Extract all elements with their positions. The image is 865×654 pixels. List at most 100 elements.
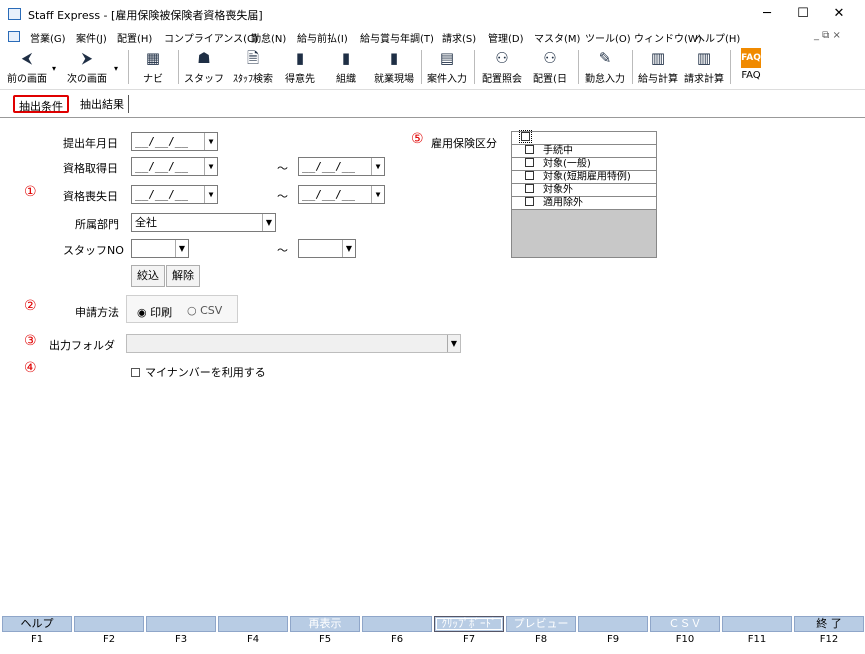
loss-date-label: 資格喪失日 (63, 190, 118, 203)
org-button[interactable]: ▮ 組織 (328, 48, 364, 85)
f6-label: F6 (390, 634, 404, 645)
chevron-down-icon[interactable]: ▼ (175, 240, 188, 257)
staffno-from-select[interactable]: ▼ (131, 239, 189, 258)
f3-button[interactable] (146, 616, 216, 632)
f6-button[interactable] (362, 616, 432, 632)
main-content: ① ② ③ ④ ⑤ 提出年月日 __/__/__ ▼ 資格取得日 __/__/_… (0, 117, 865, 612)
toolbar-separator (421, 50, 422, 84)
narrow-button[interactable]: 絞込 (131, 265, 165, 287)
tab-strip: 抽出条件 抽出結果 (0, 93, 865, 115)
checkbox-icon (519, 130, 532, 143)
menu-billing[interactable]: 請求(S) (442, 30, 476, 45)
next-dropdown-icon[interactable]: ▾ (114, 64, 118, 73)
edit-doc-icon: ✎ (598, 49, 612, 67)
insurance-item-exempt[interactable]: 適用除外 (512, 197, 656, 210)
submit-date-label: 提出年月日 (63, 137, 118, 150)
prev-screen-button[interactable]: ⮜ 前の画面 (4, 48, 50, 85)
insurance-item-short-term[interactable]: 対象(短期雇用特例) (512, 171, 656, 184)
worksite-button[interactable]: ▮ 就業現場 (370, 48, 418, 85)
checkbox-icon (131, 367, 140, 377)
chevron-down-icon[interactable]: ▼ (371, 186, 384, 203)
chevron-down-icon[interactable]: ▼ (204, 133, 217, 150)
chevron-down-icon[interactable]: ▼ (371, 158, 384, 175)
case-entry-icon: ▤ (439, 49, 455, 67)
tab-results[interactable]: 抽出結果 (76, 95, 129, 113)
menu-advance-pay[interactable]: 給与前払(I) (297, 30, 348, 45)
mynumber-checkbox[interactable]: マイナンバーを利用する (131, 364, 266, 380)
staff-button[interactable]: ☗ スタッフ (184, 48, 224, 85)
navi-button[interactable]: ▦ ナビ (136, 48, 170, 85)
acquire-date-label: 資格取得日 (63, 162, 118, 175)
method-csv-radio[interactable]: ○ CSV (187, 304, 222, 317)
window-title: Staff Express - [雇用保険被保険者資格喪失届] (28, 9, 263, 22)
mdi-window-controls[interactable]: _ ⧉ × (814, 30, 841, 41)
method-label: 申請方法 (75, 306, 119, 319)
staff-search-button[interactable]: 🗎 ｽﾀｯﾌ検索 (228, 48, 278, 85)
assign-inquiry-button[interactable]: ⚇ 配置照会 (478, 48, 526, 85)
chevron-down-icon[interactable]: ▼ (204, 158, 217, 175)
attendance-entry-button[interactable]: ✎ 勤怠入力 (582, 48, 628, 85)
f5-refresh-button[interactable]: 再表示 (290, 616, 360, 632)
menu-tools[interactable]: ツール(O) (585, 30, 631, 45)
client-button[interactable]: ▮ 得意先 (282, 48, 318, 85)
menu-window[interactable]: ウィンドウ(W) (634, 30, 702, 45)
chevron-down-icon[interactable]: ▼ (447, 335, 460, 352)
close-button[interactable]: ✕ (824, 4, 854, 24)
acquire-date-from-field[interactable]: __/__/__ ▼ (131, 157, 218, 176)
folder-select[interactable]: ▼ (126, 334, 461, 353)
clear-button[interactable]: 解除 (166, 265, 200, 287)
insurance-item-pending[interactable]: 手続中 (512, 145, 656, 158)
marker-4: ④ (24, 360, 37, 376)
billing-calc-button[interactable]: ▥ 請求計算 (682, 48, 726, 85)
chevron-down-icon[interactable]: ▼ (204, 186, 217, 203)
prev-dropdown-icon[interactable]: ▾ (52, 64, 56, 73)
staffno-to-select[interactable]: ▼ (298, 239, 356, 258)
next-screen-button[interactable]: ⮞ 次の画面 (62, 48, 112, 85)
menu-attendance[interactable]: 勤怠(N) (251, 30, 286, 45)
dept-select[interactable]: 全社 ▼ (131, 213, 276, 232)
acquire-date-to-field[interactable]: __/__/__ ▼ (298, 157, 385, 176)
chevron-down-icon[interactable]: ▼ (342, 240, 355, 257)
maximize-button[interactable]: ☐ (788, 4, 818, 24)
submit-date-field[interactable]: __/__/__ ▼ (131, 132, 218, 151)
range-separator: ～ (277, 244, 288, 257)
faq-button[interactable]: FAQ FAQ (736, 48, 766, 81)
f11-button[interactable] (722, 616, 792, 632)
menu-compliance[interactable]: コンプライアンス(C) (164, 30, 258, 45)
insurance-item-blank[interactable] (512, 130, 656, 145)
f12-exit-button[interactable]: 終 了 (794, 616, 864, 632)
insurance-label: 雇用保険区分 (431, 137, 497, 150)
method-print-radio[interactable]: ◉ 印刷 (137, 304, 172, 320)
marker-5: ⑤ (411, 131, 424, 147)
menu-help[interactable]: ヘルプ(H) (695, 30, 740, 45)
payroll-calc-button[interactable]: ▥ 給与計算 (636, 48, 680, 85)
function-key-bar: ヘルプ 再表示 ｸﾘｯﾌﾟﾎﾞｰﾄﾞ プレビュー ＣＳＶ 終 了 F1 F2 F… (0, 612, 865, 654)
insurance-item-general[interactable]: 対象(一般) (512, 158, 656, 171)
f10-csv-button[interactable]: ＣＳＶ (650, 616, 720, 632)
menu-admin[interactable]: 管理(D) (488, 30, 524, 45)
checkbox-icon (525, 171, 534, 180)
menu-case[interactable]: 案件(J) (76, 30, 107, 45)
menu-assign[interactable]: 配置(H) (117, 30, 152, 45)
tab-conditions[interactable]: 抽出条件 (13, 95, 69, 113)
checkbox-icon (525, 197, 534, 206)
chevron-down-icon[interactable]: ▼ (262, 214, 275, 231)
f1-help-button[interactable]: ヘルプ (2, 616, 72, 632)
menu-sales[interactable]: 営業(G) (30, 30, 66, 45)
toolbar-separator (128, 50, 129, 84)
f2-button[interactable] (74, 616, 144, 632)
f9-button[interactable] (578, 616, 648, 632)
menu-payroll[interactable]: 給与賞与年調(T) (360, 30, 434, 45)
case-entry-button[interactable]: ▤ 案件入力 (424, 48, 470, 85)
menu-master[interactable]: マスタ(M) (534, 30, 580, 45)
f10-label: F10 (675, 634, 695, 645)
insurance-item-excluded[interactable]: 対象外 (512, 184, 656, 197)
minimize-button[interactable]: ─ (752, 4, 782, 24)
assign-day-button[interactable]: ⚇ 配置(日 (528, 48, 572, 85)
loss-date-from-field[interactable]: __/__/__ ▼ (131, 185, 218, 204)
loss-date-to-field[interactable]: __/__/__ ▼ (298, 185, 385, 204)
f8-preview-button[interactable]: プレビュー (506, 616, 576, 632)
f4-button[interactable] (218, 616, 288, 632)
staff-icon: ☗ (197, 49, 211, 67)
f7-clipboard-button[interactable]: ｸﾘｯﾌﾟﾎﾞｰﾄﾞ (434, 616, 504, 632)
